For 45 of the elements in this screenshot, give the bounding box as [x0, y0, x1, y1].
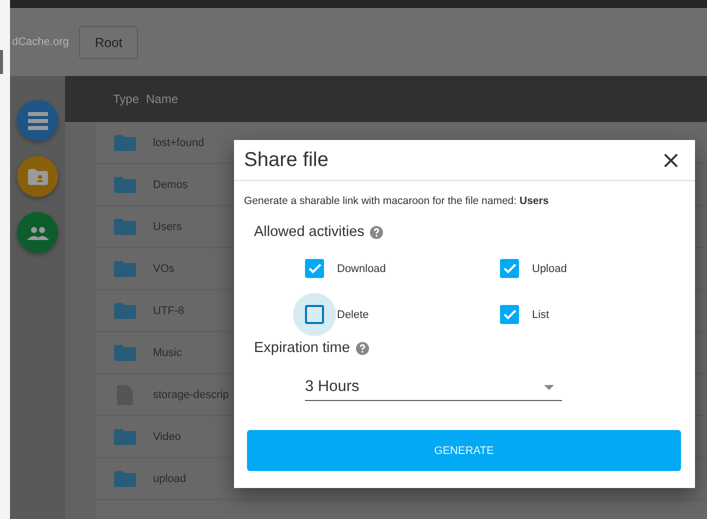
dropdown-caret-icon — [544, 384, 554, 390]
root-button[interactable]: Root — [78, 26, 138, 58]
file-name[interactable]: VOs — [153, 262, 174, 274]
folder-icon — [114, 302, 136, 318]
checkbox[interactable] — [305, 305, 324, 324]
column-header: Type — [113, 92, 140, 106]
file-name[interactable]: Video — [153, 430, 181, 442]
shared-folder-button[interactable] — [17, 156, 58, 197]
checkbox-label[interactable]: List — [532, 308, 550, 320]
checkbox[interactable] — [500, 305, 519, 324]
generate-button[interactable]: GENERATE — [247, 430, 681, 471]
file-name[interactable]: lost+found — [153, 136, 204, 148]
checkbox[interactable] — [305, 259, 324, 278]
dialog-title: Share file — [244, 148, 328, 172]
folder-icon — [114, 428, 136, 444]
close-button[interactable]: × — [656, 148, 685, 172]
section-label: Allowed activities — [254, 224, 364, 240]
file-name[interactable]: Demos — [153, 178, 188, 190]
help-icon[interactable] — [356, 342, 369, 354]
help-icon[interactable] — [370, 226, 384, 238]
file-name[interactable]: UTF-8 — [153, 304, 184, 316]
file-name[interactable]: Users — [153, 220, 182, 232]
list-icon — [28, 112, 48, 130]
folder-icon — [114, 176, 136, 192]
checkbox-label[interactable]: Upload — [532, 262, 567, 274]
expiration-select[interactable]: 3 Hours — [305, 374, 562, 401]
list-button[interactable] — [17, 100, 58, 141]
section-label: Expiration time — [254, 340, 350, 356]
file-name[interactable]: upload — [153, 472, 186, 484]
folder-person-icon — [28, 168, 48, 184]
folder-icon — [114, 134, 136, 150]
checkbox[interactable] — [500, 259, 519, 278]
brand-link[interactable]: dCache.org — [12, 36, 69, 48]
people-button[interactable] — [17, 212, 58, 253]
checkbox-label[interactable]: Delete — [337, 308, 369, 320]
file-name[interactable]: Music — [153, 346, 182, 358]
checkbox-label[interactable]: Download — [337, 262, 386, 274]
column-header: Name — [146, 92, 178, 106]
people-icon — [26, 226, 48, 240]
folder-icon — [114, 260, 136, 276]
folder-icon — [114, 470, 136, 486]
file-name[interactable]: storage-descrip — [153, 388, 229, 400]
folder-icon — [114, 344, 136, 360]
description-text: Generate a sharable link with macaroon for the file named: Users — [244, 195, 550, 207]
folder-icon — [114, 218, 136, 234]
